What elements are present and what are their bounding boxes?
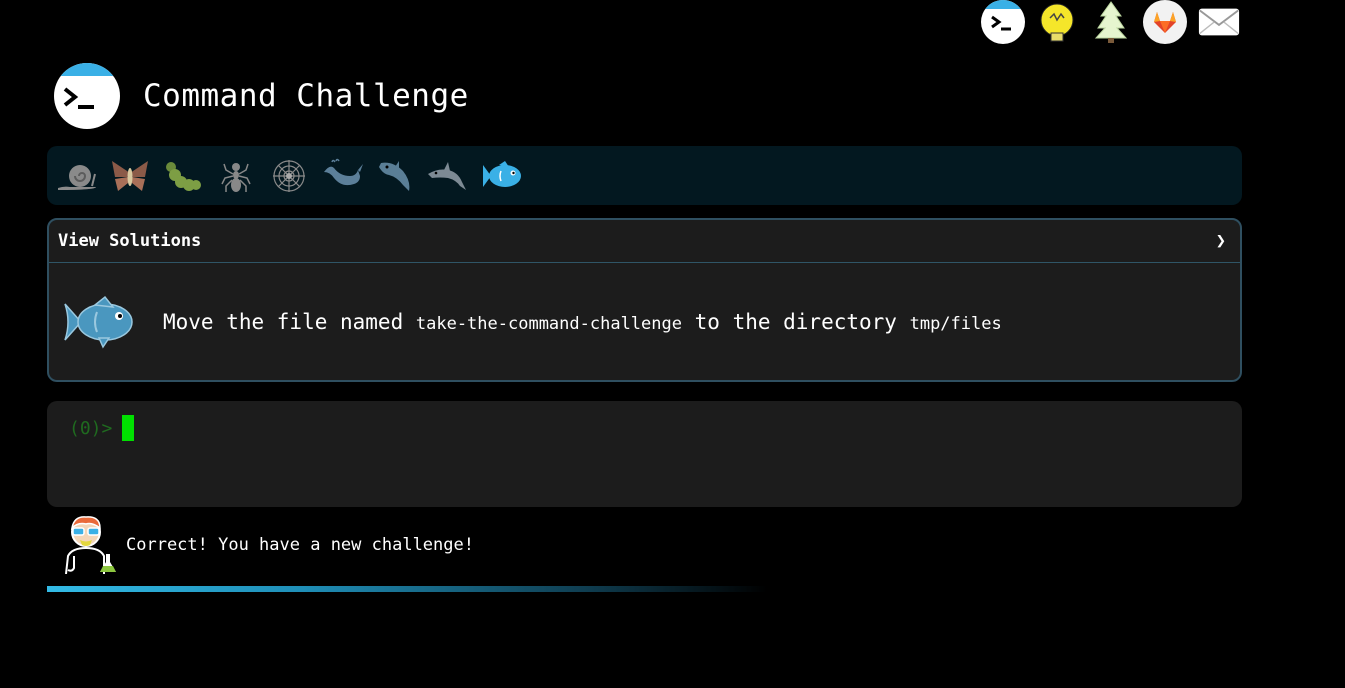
gitlab-icon[interactable] [1143,0,1187,44]
feedback-message: Correct! You have a new challenge! [126,535,474,555]
terminal-icon[interactable] [981,0,1025,44]
terminal-prompt: (0)> [69,417,113,439]
shark-icon[interactable] [371,154,419,198]
page-title: Command Challenge [143,78,469,114]
feedback: Correct! You have a new challenge! [62,516,474,575]
challenge-description: Move the file named take-the-command-cha… [163,310,1002,334]
progress-bar [47,586,767,592]
moth-icon[interactable] [106,154,154,198]
challenge-card: View Solutions ❯ Move the file named tak… [47,218,1242,382]
mail-icon[interactable] [1197,0,1241,44]
scientist-avatar-icon [62,516,120,575]
tree-icon[interactable] [1089,0,1133,44]
task-prefix: Move the file named [163,310,404,334]
header: Command Challenge [53,62,469,130]
task-middle: to the directory [694,310,897,334]
terminal-cursor[interactable] [122,415,135,441]
top-nav [981,0,1241,44]
chevron-right-icon[interactable]: ❯ [1216,231,1226,251]
task-directory: tmp/files [909,314,1002,334]
terminal[interactable]: (0)> [47,401,1242,507]
levels-bar [47,146,1242,205]
terminal-logo-icon[interactable] [53,62,121,130]
caterpillar-icon[interactable] [159,154,207,198]
task-filename: take-the-command-challenge [415,314,682,334]
spider-icon[interactable] [265,154,313,198]
view-solutions-label: View Solutions [58,231,202,251]
whale-icon[interactable] [318,154,366,198]
challenge-task: Move the file named take-the-command-cha… [49,263,1240,380]
ant-icon[interactable] [212,154,260,198]
dolphin-icon[interactable] [424,154,472,198]
page: Command Challenge View Solutions ❯ Move … [0,0,1345,688]
fish-icon[interactable] [477,154,525,198]
snail-icon[interactable] [53,154,101,198]
lightbulb-icon[interactable] [1035,0,1079,44]
view-solutions-toggle[interactable]: View Solutions ❯ [49,220,1240,263]
prompt-line[interactable]: (0)> [69,415,1242,441]
fish-level-icon [63,294,135,350]
